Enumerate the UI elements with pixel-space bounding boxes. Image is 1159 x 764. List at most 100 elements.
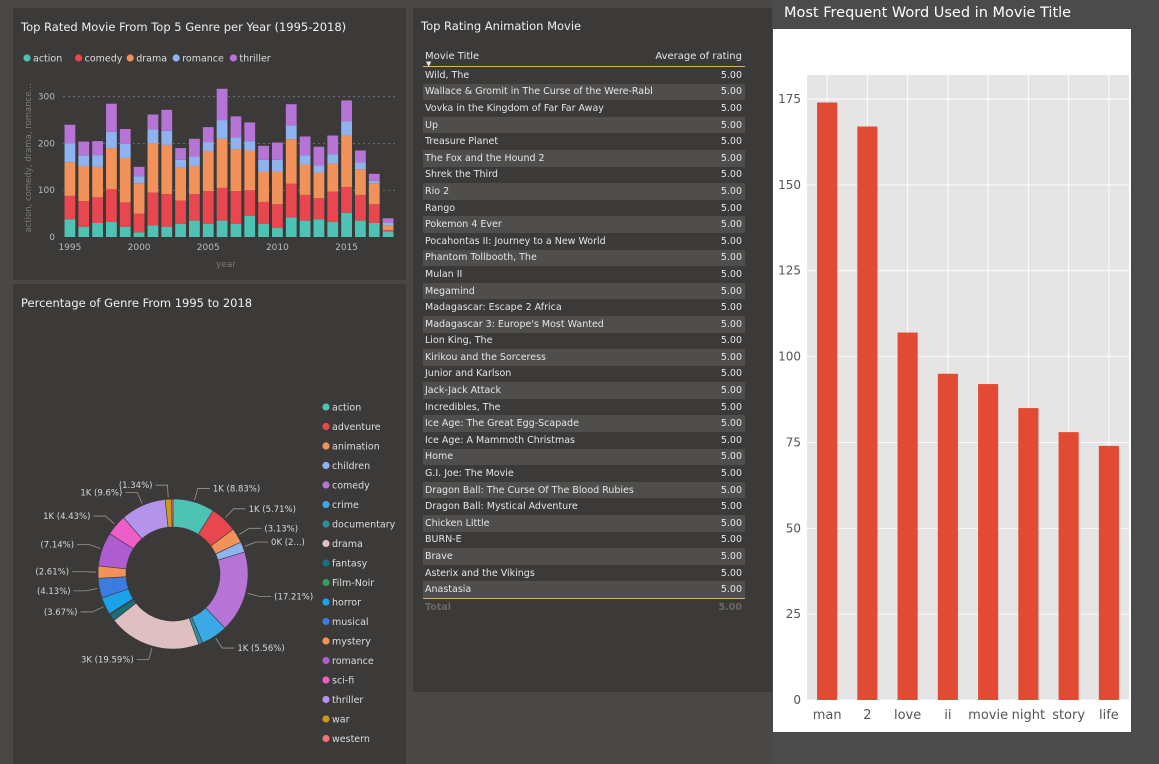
donut-legend-label-documentary[interactable]: documentary: [332, 519, 396, 530]
bar-action-2016[interactable]: [355, 220, 366, 237]
bar-drama-2000[interactable]: [133, 183, 145, 214]
bar-romance-2018[interactable]: [382, 222, 394, 226]
bar-comedy-2012[interactable]: [299, 194, 311, 221]
table-row[interactable]: Brave 5.00: [423, 548, 745, 565]
bar-romance-2000[interactable]: [133, 176, 145, 184]
bar-comedy-2017[interactable]: [368, 204, 380, 223]
bar-drama-2001[interactable]: [147, 143, 159, 193]
bar-drama-1995[interactable]: [64, 162, 76, 196]
bar-thriller-2007[interactable]: [230, 116, 242, 138]
table-row[interactable]: Dragon Ball: The Curse Of The Blood Rubi…: [423, 481, 745, 499]
table-row[interactable]: Megamind 5.00: [423, 282, 745, 300]
bar-action-2005[interactable]: [202, 223, 214, 237]
bar-thriller-1995[interactable]: [64, 124, 76, 144]
bar-action-2017[interactable]: [368, 222, 380, 237]
table-row[interactable]: The Fox and the Hound 2 5.00: [423, 149, 745, 167]
bar-action-2003[interactable]: [175, 223, 186, 237]
legend-dot-comedy[interactable]: [75, 54, 83, 62]
donut-legend-dot-war[interactable]: [322, 715, 330, 723]
table-row[interactable]: Vovka in the Kingdom of Far Far Away 5.00: [423, 100, 745, 117]
table-row[interactable]: Ice Age: The Great Egg-Scapade 5.00: [423, 415, 745, 433]
bar-romance-2008[interactable]: [244, 141, 256, 151]
bar-drama-2013[interactable]: [313, 172, 325, 199]
bar-romance-2009[interactable]: [258, 159, 269, 172]
donut-legend-dot-western[interactable]: [322, 734, 330, 743]
word-bar-2[interactable]: [857, 126, 878, 700]
bar-romance-1997[interactable]: [92, 155, 103, 167]
donut-legend-dot-documentary[interactable]: [322, 520, 330, 528]
bar-drama-2016[interactable]: [355, 169, 366, 195]
bar-thriller-2009[interactable]: [258, 145, 269, 160]
bar-thriller-2000[interactable]: [133, 166, 145, 177]
table-row[interactable]: Ice Age: A Mammoth Christmas 5.00: [423, 432, 745, 449]
bar-action-1998[interactable]: [106, 222, 117, 237]
bar-comedy-2018[interactable]: [382, 229, 394, 232]
bar-comedy-2014[interactable]: [327, 191, 339, 223]
donut-legend-label-horror[interactable]: horror: [332, 597, 361, 608]
bar-action-2015[interactable]: [341, 212, 352, 237]
legend-dot-drama[interactable]: [126, 54, 134, 62]
donut-legend-dot-film-noir[interactable]: [322, 578, 330, 587]
sort-descending-icon[interactable]: ▼: [426, 60, 431, 68]
legend-label-romance[interactable]: romance: [182, 54, 224, 65]
bar-action-2009[interactable]: [258, 223, 269, 237]
table-row[interactable]: Asterix and the Vikings 5.00: [423, 565, 745, 582]
bar-drama-2002[interactable]: [161, 144, 173, 194]
table-row[interactable]: Pocahontas II: Journey to a New World 5.0…: [423, 233, 745, 250]
bar-drama-1998[interactable]: [106, 148, 117, 190]
bar-comedy-2003[interactable]: [175, 200, 186, 224]
donut-legend-dot-action[interactable]: [322, 403, 330, 411]
donut-legend-dot-fantasy[interactable]: [322, 559, 330, 567]
bar-drama-2017[interactable]: [368, 183, 380, 205]
bar-action-2001[interactable]: [147, 225, 159, 237]
table-row[interactable]: Chicken Little 5.00: [423, 515, 745, 532]
bar-action-1999[interactable]: [119, 226, 131, 237]
bar-action-2002[interactable]: [161, 226, 173, 237]
bar-romance-2016[interactable]: [355, 162, 366, 170]
table-row[interactable]: G.I. Joe: The Movie 5.00: [423, 465, 745, 482]
bar-comedy-1999[interactable]: [119, 202, 131, 227]
bar-romance-2014[interactable]: [327, 154, 339, 164]
bar-romance-1995[interactable]: [64, 143, 76, 163]
bar-action-2011[interactable]: [285, 217, 297, 237]
bar-comedy-1997[interactable]: [92, 197, 103, 223]
table-row[interactable]: Rio 2 5.00: [423, 183, 745, 200]
bar-drama-2018[interactable]: [382, 225, 394, 230]
bar-action-2014[interactable]: [327, 222, 339, 237]
bar-thriller-1997[interactable]: [92, 141, 103, 156]
word-bar-man[interactable]: [817, 102, 838, 700]
bar-drama-1999[interactable]: [119, 157, 131, 203]
legend-label-comedy[interactable]: comedy: [85, 54, 123, 65]
donut-legend-label-thriller[interactable]: thriller: [332, 695, 363, 706]
donut-legend-label-comedy[interactable]: comedy: [332, 480, 370, 491]
bar-romance-2017[interactable]: [368, 180, 380, 184]
bar-action-2006[interactable]: [216, 220, 228, 237]
bar-romance-1998[interactable]: [106, 131, 117, 149]
word-bar-love[interactable]: [897, 332, 918, 700]
word-bar-life[interactable]: [1098, 445, 1119, 700]
table-row[interactable]: Up 5.00: [423, 116, 745, 134]
word-bar-story[interactable]: [1058, 432, 1079, 700]
bar-romance-2001[interactable]: [147, 129, 159, 144]
bar-comedy-2002[interactable]: [161, 193, 173, 227]
bar-romance-2002[interactable]: [161, 130, 173, 145]
bar-thriller-2001[interactable]: [147, 114, 159, 130]
bar-comedy-2009[interactable]: [258, 201, 269, 224]
donut-legend-label-children[interactable]: children: [332, 461, 370, 472]
donut-legend-label-film-noir[interactable]: Film-Noir: [332, 578, 374, 589]
word-bar-movie[interactable]: [978, 384, 999, 700]
donut-legend-label-drama[interactable]: drama: [332, 539, 363, 550]
donut-legend-label-western[interactable]: western: [332, 734, 370, 745]
table-row[interactable]: Shrek the Third 5.00: [423, 167, 745, 184]
bar-comedy-2005[interactable]: [202, 191, 214, 224]
bar-romance-2006[interactable]: [216, 120, 228, 139]
bar-drama-1997[interactable]: [92, 166, 103, 198]
bar-thriller-2006[interactable]: [216, 88, 228, 121]
table-row[interactable]: Madagascar 3: Europe's Most Wanted 5.00: [423, 315, 745, 333]
table-row[interactable]: Dragon Ball: Mystical Adventure 5.00: [423, 498, 745, 515]
bar-drama-2005[interactable]: [202, 151, 214, 192]
header-average-rating[interactable]: Average of rating: [652, 51, 745, 62]
bar-comedy-1995[interactable]: [64, 195, 76, 220]
table-row[interactable]: Incredibles, The 5.00: [423, 399, 745, 416]
bar-thriller-2015[interactable]: [341, 100, 352, 122]
